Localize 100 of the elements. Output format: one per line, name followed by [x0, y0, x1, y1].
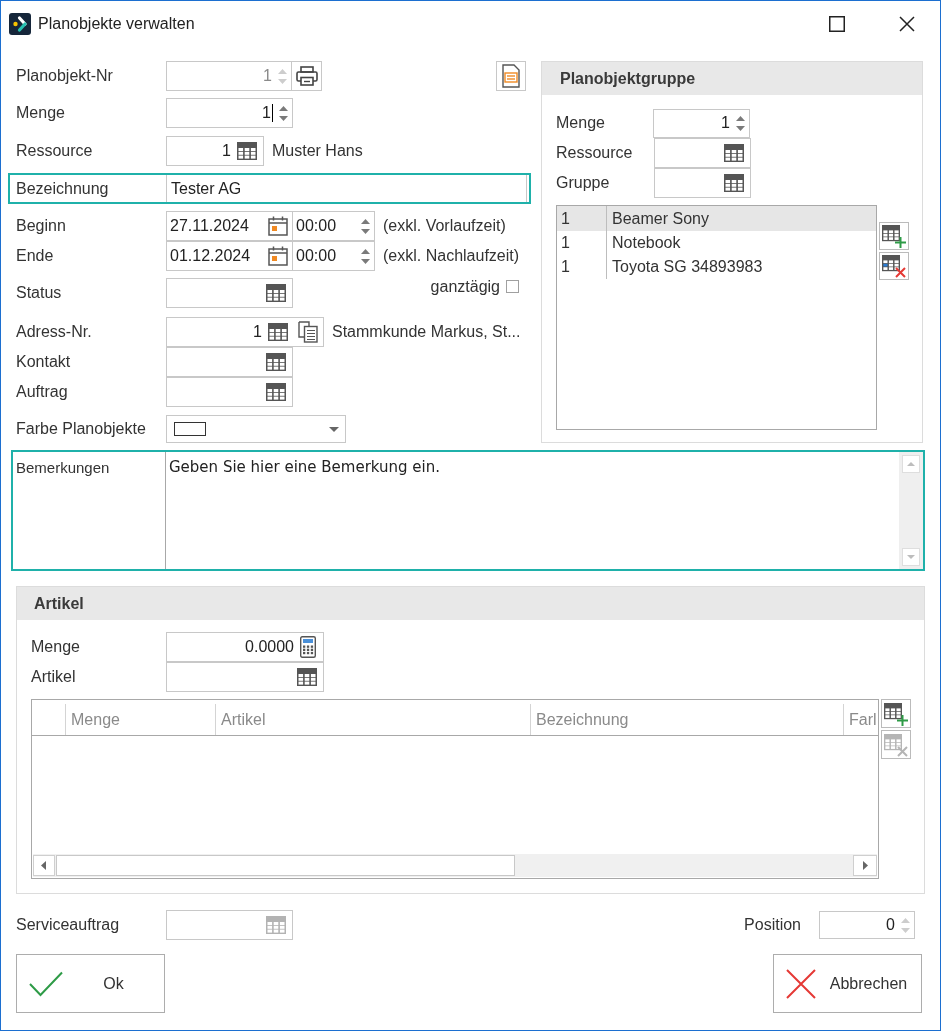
lookup-field[interactable] [166, 278, 293, 308]
field-label: Beginn [16, 217, 67, 235]
spin-up-icon[interactable] [361, 248, 370, 254]
field-label: Bemerkungen [13, 452, 166, 569]
group-header: Planobjektgruppe [542, 62, 922, 95]
date-field[interactable]: 01.12.2024 [166, 241, 293, 271]
field-label: Auftrag [16, 383, 69, 401]
close-icon[interactable] [899, 15, 915, 32]
color-dropdown[interactable] [166, 415, 346, 443]
time-field[interactable]: 00:00 [292, 211, 375, 241]
field-label: Serviceauftrag [16, 916, 121, 934]
cancel-button[interactable]: Abbrechen [773, 954, 922, 1013]
field-label: Status [16, 284, 63, 302]
add-row-button[interactable] [879, 222, 909, 250]
number-field[interactable]: 1 [653, 108, 750, 138]
field-label: Ressource [16, 142, 94, 160]
horizontal-scrollbar[interactable] [33, 854, 877, 877]
field-label: Planobjekt-Nr [16, 67, 114, 85]
list-row[interactable]: 1 Notebook [557, 231, 876, 255]
copy-document-icon[interactable] [298, 321, 318, 343]
date-field[interactable]: 27.11.2024 [166, 211, 293, 241]
app-logo-icon [9, 12, 31, 35]
scroll-left-icon[interactable] [33, 855, 55, 876]
remove-row-button[interactable] [879, 252, 909, 280]
field-label: Position [744, 916, 801, 934]
print-button[interactable] [291, 61, 322, 91]
cross-icon [786, 968, 816, 999]
window-title: Planobjekte verwalten [38, 14, 195, 33]
table-remove-icon [884, 732, 908, 757]
field-label: Farbe Planobjekte [16, 420, 147, 438]
field-label: Adress-Nr. [16, 323, 93, 341]
lookup-field[interactable] [654, 138, 751, 168]
table-icon[interactable] [266, 353, 286, 371]
document-button[interactable] [496, 61, 526, 91]
list-cell-text: Beamer Sony [611, 208, 709, 229]
spin-up-icon[interactable] [361, 218, 370, 224]
checkbox-label: ganztägig [430, 277, 500, 296]
number-field[interactable]: 1 [166, 98, 293, 128]
field-note: (exkl. Nachlaufzeit) [383, 247, 520, 265]
field-label: Bezeichnung [15, 178, 110, 199]
table-icon[interactable] [297, 668, 317, 686]
list-cell: 1 [557, 231, 607, 255]
calendar-icon[interactable] [268, 246, 288, 266]
column-header[interactable]: Artikel [215, 704, 530, 735]
list-cell-text: Toyota SG 34893983 [611, 257, 763, 277]
remarks-field[interactable]: Geben Sie hier eine Bemerkung ein. [166, 452, 923, 569]
lookup-field[interactable] [166, 377, 293, 407]
lookup-field[interactable]: 1 [166, 136, 264, 166]
spin-up-icon[interactable] [279, 105, 288, 111]
lookup-field[interactable] [654, 168, 751, 198]
document-icon [501, 64, 521, 88]
table-add-icon [884, 701, 908, 726]
field-label: Ressource [556, 144, 634, 162]
table-icon[interactable] [724, 174, 744, 192]
list-row[interactable]: 1 Toyota SG 34893983 [557, 255, 876, 279]
list-row[interactable]: 1 Beamer Sony [557, 206, 876, 231]
table-icon[interactable] [266, 383, 286, 401]
list-cell: 1 [557, 255, 607, 279]
field-label: Ende [16, 247, 55, 265]
list-cell-text: Notebook [611, 233, 681, 253]
lookup-field[interactable]: 1 [166, 317, 324, 347]
table-icon[interactable] [724, 144, 744, 162]
checkbox[interactable] [506, 280, 519, 293]
field-label: Gruppe [556, 174, 611, 192]
table-add-icon [882, 224, 906, 248]
ok-button[interactable]: Ok [16, 954, 165, 1013]
add-row-button[interactable] [881, 699, 911, 728]
field-label: Menge [16, 104, 66, 122]
table-icon[interactable] [266, 284, 286, 302]
scroll-right-icon[interactable] [853, 855, 877, 876]
lookup-field[interactable] [166, 662, 324, 692]
field-label: Kontakt [16, 353, 72, 371]
spin-down-icon[interactable] [361, 228, 370, 234]
spin-down-icon[interactable] [279, 115, 288, 121]
field-label: Menge [31, 638, 81, 656]
table-icon[interactable] [237, 142, 257, 160]
caret-icon [329, 426, 339, 432]
scroll-thumb[interactable] [56, 855, 515, 876]
field-label: Menge [556, 114, 606, 132]
lookup-field[interactable] [166, 347, 293, 377]
list-cell: 1 [557, 206, 607, 231]
column-header[interactable]: Bezeichnung [530, 704, 843, 735]
maximize-icon[interactable] [829, 15, 845, 32]
text-field[interactable]: Tester AG [166, 175, 527, 202]
field-label: Artikel [31, 668, 77, 686]
time-field[interactable]: 00:00 [292, 241, 375, 271]
number-field[interactable]: 0.0000 [166, 632, 324, 662]
calculator-icon[interactable] [300, 636, 316, 658]
field-note: (exkl. Vorlaufzeit) [383, 217, 506, 235]
spin-down-icon[interactable] [361, 258, 370, 264]
calendar-icon[interactable] [268, 216, 288, 236]
table-remove-icon [882, 254, 906, 278]
spin-up-icon[interactable] [736, 115, 745, 121]
group-header: Artikel [17, 587, 924, 620]
resource-name: Muster Hans [272, 142, 363, 160]
checkmark-icon [29, 970, 63, 997]
table-icon[interactable] [268, 323, 288, 341]
printer-icon [295, 66, 318, 86]
address-name: Stammkunde Markus, St... [332, 323, 521, 341]
spin-down-icon[interactable] [736, 125, 745, 131]
